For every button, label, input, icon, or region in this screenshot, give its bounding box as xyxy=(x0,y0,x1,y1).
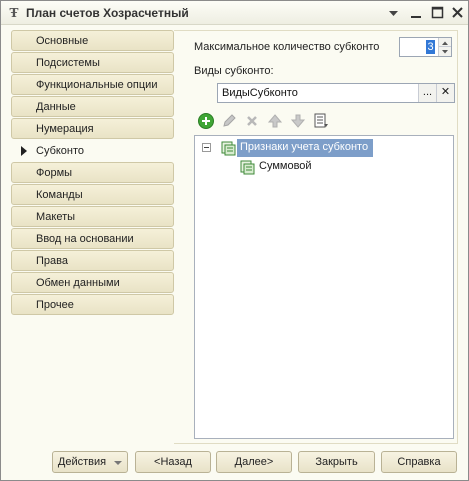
object-type-icon: Ŧ xyxy=(9,6,19,20)
window-title: План счетов Хозрасчетный xyxy=(26,6,189,20)
chevron-down-icon xyxy=(389,11,398,16)
stepper-up-button[interactable] xyxy=(438,38,451,47)
arrow-up-icon xyxy=(442,41,448,45)
max-subconto-value[interactable]: 3 xyxy=(426,40,435,54)
collapse-toggle-icon[interactable] xyxy=(202,143,211,152)
tab-functional-options[interactable]: Функциональные опции xyxy=(11,74,174,95)
max-subconto-stepper[interactable]: 3 xyxy=(399,37,452,57)
add-icon xyxy=(198,113,214,129)
tab-label: Команды xyxy=(36,189,83,201)
subconto-types-field[interactable]: ВидыСубконто ... ✕ xyxy=(217,83,455,103)
tab-label: Ввод на основании xyxy=(36,233,134,245)
move-up-icon xyxy=(267,114,283,128)
close-icon xyxy=(452,7,463,18)
back-button[interactable]: <Назад xyxy=(135,451,211,473)
arrow-down-icon xyxy=(442,50,448,54)
close-button[interactable]: Закрыть xyxy=(298,451,375,473)
tab-forms[interactable]: Формы xyxy=(11,162,174,183)
subconto-types-label: Виды субконто: xyxy=(194,65,274,77)
maximize-icon xyxy=(431,6,444,19)
tab-rights[interactable]: Права xyxy=(11,250,174,271)
delete-button[interactable] xyxy=(243,112,261,130)
tab-templates[interactable]: Макеты xyxy=(11,206,174,227)
clear-button[interactable]: ✕ xyxy=(436,84,454,102)
help-label: Справка xyxy=(397,456,441,468)
tab-label: Обмен данными xyxy=(36,277,120,289)
minimize-icon xyxy=(411,16,421,18)
tab-subconto[interactable]: Субконто xyxy=(11,140,175,161)
tab-label: Субконто xyxy=(36,145,85,157)
actions-button[interactable]: Действия xyxy=(52,451,128,473)
help-button[interactable]: Справка xyxy=(381,451,457,473)
tab-label: Данные xyxy=(36,101,76,113)
tree-row-child[interactable]: Суммовой xyxy=(195,158,453,176)
subconto-types-value: ВидыСубконто xyxy=(222,87,298,99)
tab-label: Права xyxy=(36,255,68,267)
tab-data-exchange[interactable]: Обмен данными xyxy=(11,272,174,293)
stepper-down-button[interactable] xyxy=(438,47,451,56)
tree-child-label: Суммовой xyxy=(259,160,312,172)
tab-commands[interactable]: Команды xyxy=(11,184,174,205)
move-up-button[interactable] xyxy=(266,112,284,130)
close-label: Закрыть xyxy=(315,456,358,468)
tab-label: Прочее xyxy=(36,299,74,311)
tree-root-label: Признаки учета субконто xyxy=(240,141,369,153)
minimize-button[interactable] xyxy=(408,5,425,21)
tab-other[interactable]: Прочее xyxy=(11,294,174,315)
title-bar: Ŧ План счетов Хозрасчетный xyxy=(1,1,468,25)
chevron-down-icon xyxy=(114,461,122,465)
subconto-tree[interactable]: Признаки учета субконто Суммовой xyxy=(194,135,454,439)
list-icon xyxy=(314,113,328,128)
select-button[interactable]: ... xyxy=(418,84,436,102)
next-button[interactable]: Далее> xyxy=(216,451,292,473)
tab-numbering[interactable]: Нумерация xyxy=(11,118,174,139)
window-menu-button[interactable] xyxy=(385,5,402,21)
tab-label: Подсистемы xyxy=(36,57,100,69)
tab-basic[interactable]: Основные xyxy=(11,30,174,51)
maximize-button[interactable] xyxy=(429,5,446,21)
tab-label: Функциональные опции xyxy=(36,79,158,91)
edit-icon xyxy=(223,114,236,127)
close-window-button[interactable] xyxy=(449,5,466,21)
tab-input-based-on[interactable]: Ввод на основании xyxy=(11,228,174,249)
dialog-window: Ŧ План счетов Хозрасчетный Основные Подс… xyxy=(0,0,469,481)
actions-label: Действия xyxy=(57,456,107,468)
delete-icon xyxy=(247,116,257,126)
section-tabs: Основные Подсистемы Функциональные опции… xyxy=(11,30,175,317)
add-button[interactable] xyxy=(197,112,215,130)
tree-toolbar xyxy=(197,112,337,132)
tab-data[interactable]: Данные xyxy=(11,96,174,117)
next-label: Далее> xyxy=(234,456,274,468)
move-down-button[interactable] xyxy=(289,112,307,130)
tree-row-root[interactable]: Признаки учета субконто xyxy=(195,139,453,157)
active-tab-arrow-icon xyxy=(21,146,27,156)
back-label: <Назад xyxy=(154,456,192,468)
edit-button[interactable] xyxy=(220,112,238,130)
attribute-icon xyxy=(240,160,255,175)
max-subconto-label: Максимальное количество субконто xyxy=(194,41,380,53)
attribute-group-icon xyxy=(221,141,236,156)
move-down-icon xyxy=(290,114,306,128)
tab-label: Формы xyxy=(36,167,73,179)
tab-label: Макеты xyxy=(36,211,76,223)
tab-subsystems[interactable]: Подсистемы xyxy=(11,52,174,73)
tab-label: Основные xyxy=(36,35,89,47)
list-button[interactable] xyxy=(312,112,330,130)
tab-label: Нумерация xyxy=(36,123,94,135)
